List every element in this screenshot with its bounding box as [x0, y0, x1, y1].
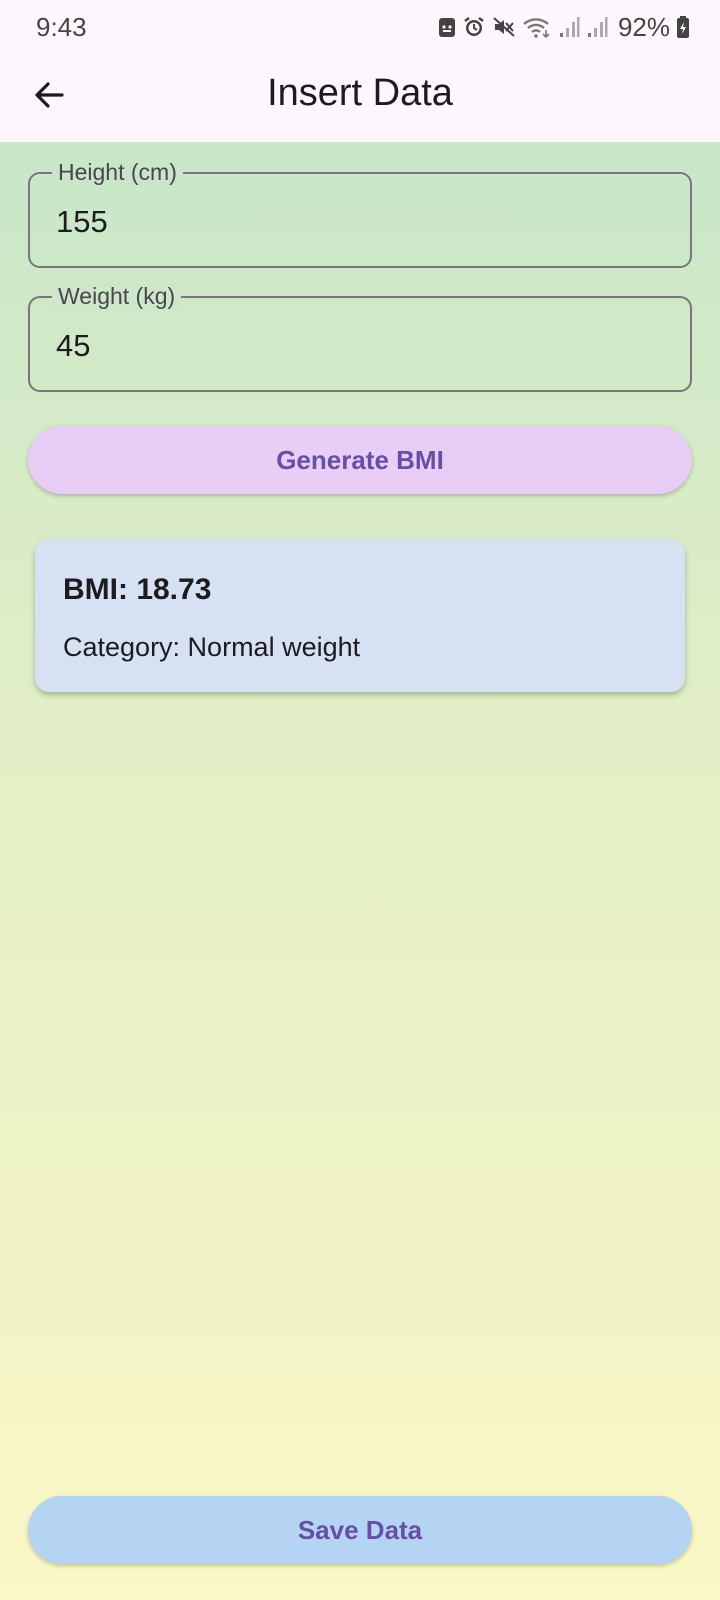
app-bar: Insert Data: [0, 52, 720, 142]
height-field-label: Height (cm): [52, 159, 183, 186]
battery-percentage: 92%: [617, 11, 670, 42]
status-time: 9:43: [36, 12, 87, 42]
main-content: Height (cm) Weight (kg) Generate BMI BMI…: [0, 142, 720, 1600]
generate-bmi-button[interactable]: Generate BMI: [28, 426, 692, 494]
bmi-category: Category: Normal weight: [63, 632, 361, 662]
weight-input[interactable]: [56, 326, 656, 366]
bmi-result-card: BMI: 18.73 Category: Normal weight: [35, 539, 685, 692]
weight-field-label: Weight (kg): [52, 283, 182, 310]
wifi-icon: [522, 15, 552, 39]
weight-field[interactable]: Weight (kg): [28, 283, 692, 392]
page-title: Insert Data: [267, 72, 453, 114]
save-data-button[interactable]: Save Data: [28, 1496, 692, 1564]
height-input[interactable]: [56, 202, 656, 242]
alarm-icon: [462, 15, 486, 39]
status-bar: 9:43 92%: [0, 0, 720, 52]
mute-icon: [492, 15, 516, 39]
battery-charging-icon: [676, 15, 690, 39]
signal-icon: [586, 15, 608, 39]
signal-icon: [558, 15, 580, 39]
status-icons: 92%: [438, 12, 690, 42]
screen: 9:43 92% Insert Data Height (cm) 155 Wei…: [0, 0, 720, 1600]
height-field[interactable]: Height (cm): [28, 159, 692, 268]
android-system-icon: [438, 15, 456, 39]
bmi-value: BMI: 18.73: [63, 573, 212, 606]
